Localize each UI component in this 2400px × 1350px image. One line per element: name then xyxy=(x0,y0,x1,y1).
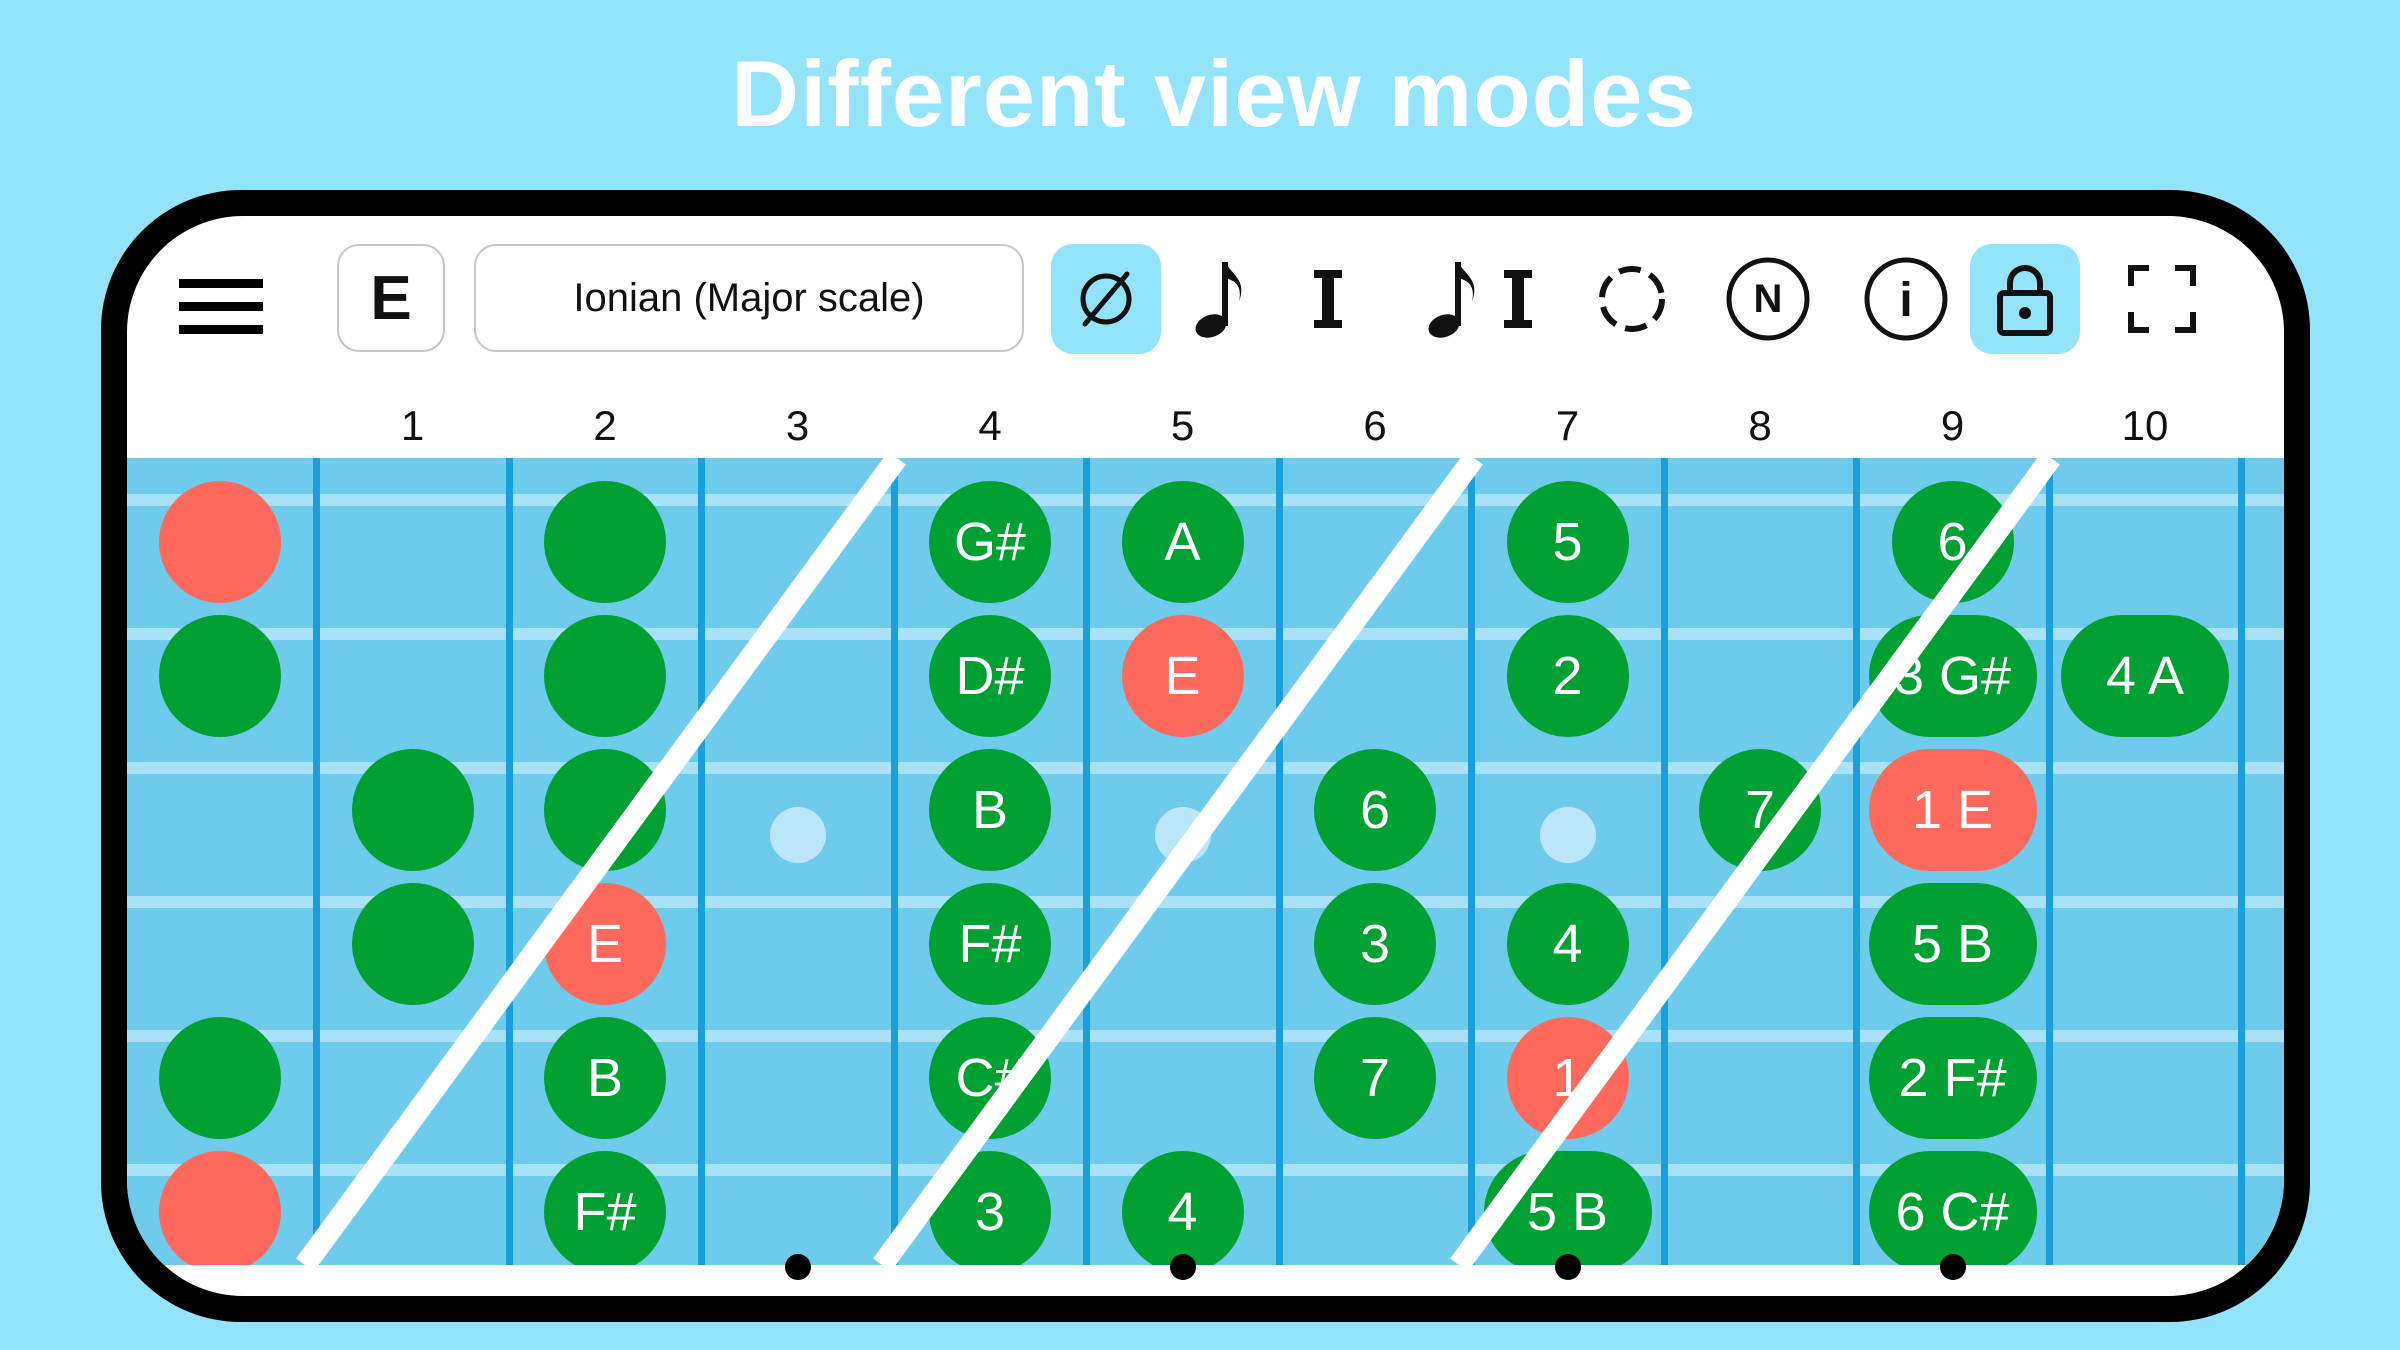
fret-number-row: 1 2 3 4 5 6 7 8 9 10 xyxy=(127,396,2284,456)
info-glyph: i xyxy=(1899,274,1912,327)
notes-intervals-button[interactable] xyxy=(1407,244,1557,354)
fret-marker-dot xyxy=(784,1254,811,1280)
eighth-note-icon xyxy=(1195,262,1242,338)
fret-number: 6 xyxy=(1363,402,1387,449)
fret-number: 5 xyxy=(1170,402,1195,449)
view-mode-divider-overlay xyxy=(296,458,2060,1265)
hide-notes-button[interactable] xyxy=(1051,244,1161,354)
key-selector-button[interactable]: E xyxy=(337,244,445,352)
fullscreen-icon xyxy=(2128,265,2196,333)
lock-icon xyxy=(1997,265,2053,336)
note-and-numeral-icon xyxy=(1428,262,1532,338)
fret-marker-dot xyxy=(1939,1254,1966,1280)
roman-numeral-icon xyxy=(1314,270,1342,328)
scale-selector-button[interactable]: Ionian (Major scale) xyxy=(474,244,1024,352)
fret-number: 2 xyxy=(593,402,617,449)
info-button[interactable]: i xyxy=(1851,244,1961,354)
fullscreen-button[interactable] xyxy=(2107,244,2217,354)
circle-button[interactable] xyxy=(1577,244,1687,354)
circled-n-icon: N xyxy=(1726,257,1810,341)
fret-marker-dot xyxy=(1169,1254,1196,1280)
fret-number: 3 xyxy=(785,402,810,449)
app-screen: E Ionian (Major scale) N i 1 2 3 4 5 6 7… xyxy=(127,216,2284,1296)
divider-line xyxy=(1450,458,2060,1265)
divider-line xyxy=(296,458,906,1265)
fret-number: 1 xyxy=(400,402,425,449)
hamburger-bar xyxy=(179,278,263,288)
info-icon: i xyxy=(1864,257,1948,341)
menu-button[interactable] xyxy=(171,256,271,356)
note-names-button[interactable] xyxy=(1164,244,1274,354)
headline: Different view modes xyxy=(731,41,1697,146)
fret-number: 10 xyxy=(2121,402,2169,449)
toolbar: E Ionian (Major scale) N i xyxy=(127,216,2284,396)
intervals-button[interactable] xyxy=(1273,244,1383,354)
fret-number: 8 xyxy=(1748,402,1772,449)
fret-number: 9 xyxy=(1940,402,1965,449)
divider-line xyxy=(873,458,1483,1265)
n-button[interactable]: N xyxy=(1713,244,1823,354)
fretboard[interactable]: E B F# G# D# B F# C# 3 A E 4 6 3 7 5 2 4 1 5 B763 G# 1 E5 B2… xyxy=(127,458,2284,1265)
dashed-circle-icon xyxy=(1599,266,1665,332)
hamburger-bar xyxy=(179,301,263,311)
empty-set-icon xyxy=(1080,271,1132,327)
n-glyph: N xyxy=(1754,277,1783,321)
fret-number: 4 xyxy=(978,402,1002,449)
fret-number: 7 xyxy=(1555,402,1580,449)
fret-marker-dot xyxy=(1554,1254,1581,1280)
phone-frame: E Ionian (Major scale) N i 1 2 3 4 5 6 7… xyxy=(101,190,2310,1322)
hamburger-bar xyxy=(179,324,263,334)
lock-button[interactable] xyxy=(1970,244,2080,354)
